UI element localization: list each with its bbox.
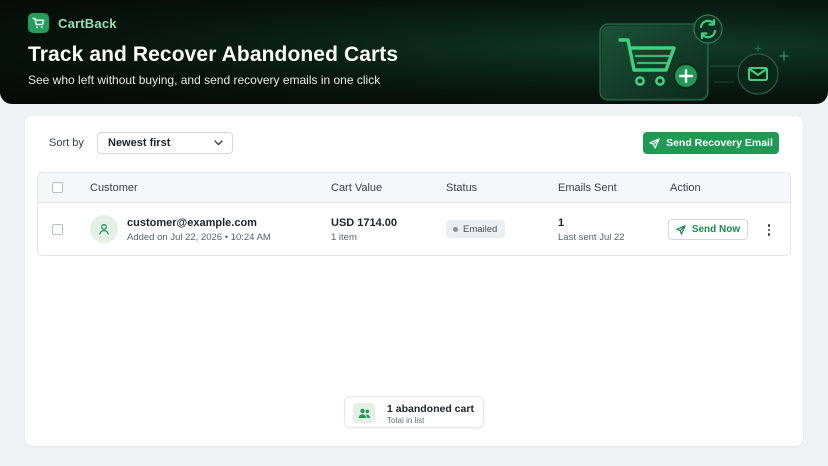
cart-icon — [28, 13, 49, 33]
paper-plane-icon — [649, 137, 660, 149]
status-badge: Emailed — [446, 220, 506, 238]
paper-plane-icon — [676, 224, 686, 235]
brand: CartBack — [28, 13, 117, 33]
summary-subtitle: Total in list — [387, 416, 425, 425]
select-all-checkbox[interactable] — [52, 182, 63, 193]
avatar — [90, 215, 118, 243]
page-title: Track and Recover Abandoned Carts — [28, 43, 399, 66]
customer-added-date: Added on Jul 22, 2026 • 10:24 AM — [127, 232, 271, 243]
chevron-down-icon — [214, 140, 223, 146]
status-dot-icon — [453, 226, 458, 232]
header-action: Action — [670, 182, 701, 194]
users-icon — [353, 403, 375, 423]
brand-name: CartBack — [58, 15, 117, 31]
emails-sent-count: 1 — [558, 217, 565, 229]
user-icon — [99, 224, 109, 235]
cart-item-count: 1 item — [331, 232, 357, 243]
summary-card: 1 abandoned cart Total in list — [344, 396, 484, 428]
header-cart-value: Cart Value — [331, 182, 383, 194]
more-vertical-icon[interactable] — [762, 220, 776, 240]
hero-banner: CartBack Track and Recover Abandoned Car… — [0, 0, 828, 104]
status-label: Emailed — [463, 223, 498, 235]
carts-table: Customer Cart Value Status Emails Sent A… — [37, 172, 791, 256]
send-recovery-email-label: Send Recovery Email — [666, 137, 773, 149]
page-subtitle: See who left without buying, and send re… — [28, 73, 381, 87]
cart-value: USD 1714.00 — [331, 217, 398, 229]
customer-email: customer@example.com — [127, 217, 257, 229]
emails-last-sent: Last sent Jul 22 — [558, 232, 625, 243]
send-recovery-email-button[interactable]: Send Recovery Email — [643, 132, 779, 154]
table-header: Customer Cart Value Status Emails Sent A… — [38, 173, 790, 203]
cart-illustration-icon — [599, 14, 789, 101]
sort-select[interactable]: Newest first — [97, 132, 233, 154]
header-emails-sent: Emails Sent — [558, 182, 617, 194]
send-now-label: Send Now — [691, 224, 741, 235]
send-now-button[interactable]: Send Now — [668, 219, 748, 240]
table-row: customer@example.com Added on Jul 22, 20… — [38, 203, 790, 255]
row-checkbox[interactable] — [52, 224, 63, 235]
sort-label: Sort by — [49, 137, 84, 149]
header-status: Status — [446, 182, 478, 194]
abandoned-carts-panel: Sort by Newest first Send Recovery Email… — [25, 116, 803, 446]
header-customer: Customer — [90, 182, 138, 194]
abandoned-cart-count: 1 abandoned cart — [387, 403, 474, 415]
sort-select-value: Newest first — [108, 137, 171, 149]
